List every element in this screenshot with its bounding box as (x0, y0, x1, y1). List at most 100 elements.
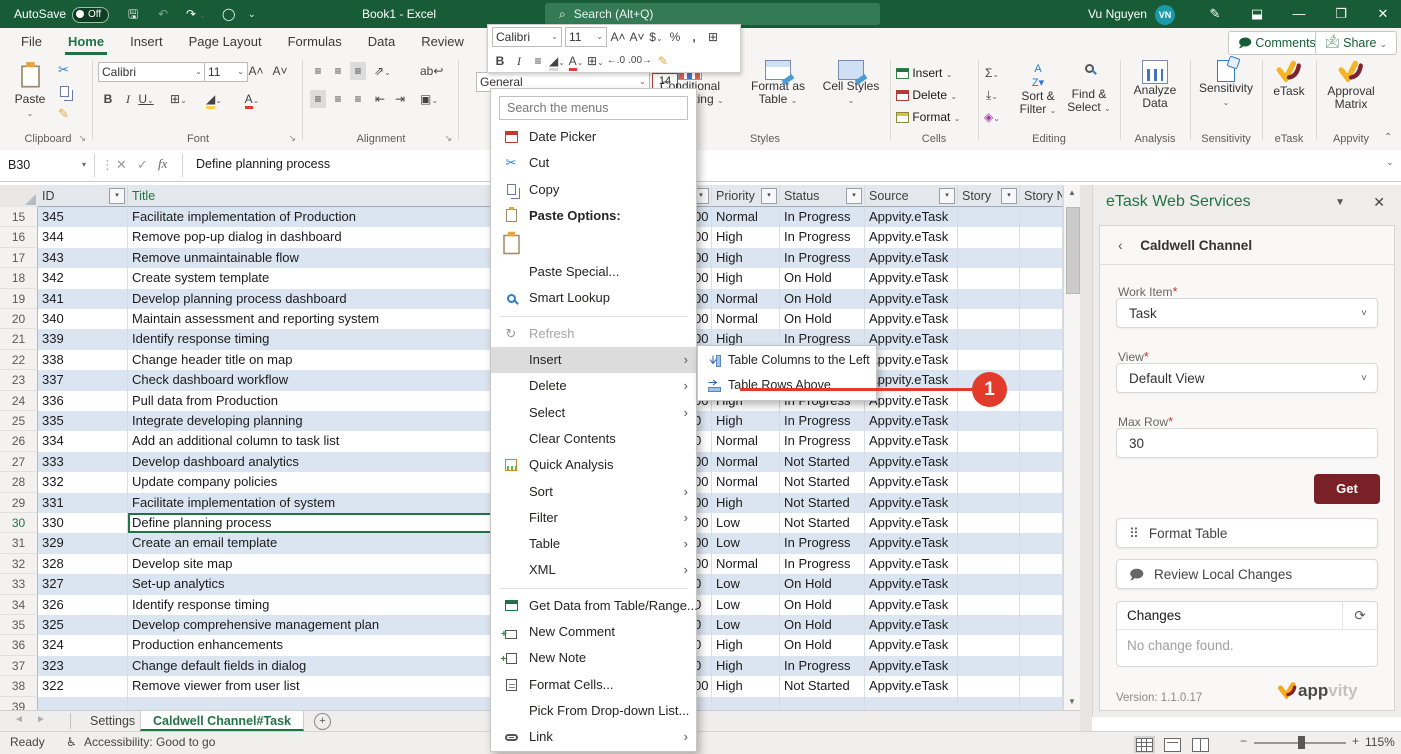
cell-story[interactable] (958, 554, 1020, 574)
alignment-launcher-icon[interactable]: ↘ (444, 133, 452, 144)
view-select[interactable]: Default View˅ (1116, 363, 1378, 393)
redo-icon[interactable]: ↷ ⌄ (186, 0, 206, 28)
mini-comma-icon[interactable]: , (686, 28, 702, 46)
user-name[interactable]: Vu Nguyen (1088, 0, 1147, 28)
row-header[interactable]: 36 (0, 635, 38, 655)
menu-item-new-note[interactable]: New Note (491, 645, 696, 671)
cell-id[interactable]: 343 (38, 248, 128, 268)
cell-storyn[interactable] (1020, 554, 1063, 574)
menu-item-clear-contents[interactable]: Clear Contents (491, 426, 696, 452)
align-right-icon[interactable]: ≡ (350, 90, 366, 108)
row-header[interactable]: 31 (0, 533, 38, 553)
row-header[interactable]: 23 (0, 370, 38, 390)
menu-item-refresh[interactable]: ↻Refresh (491, 321, 696, 347)
cell-story[interactable] (958, 411, 1020, 431)
menu-item-format-cells[interactable]: Format Cells... (491, 672, 696, 698)
cell-status[interactable]: In Progress (780, 411, 865, 431)
cell-story[interactable] (958, 268, 1020, 288)
autosave-toggle[interactable]: Off (72, 0, 109, 28)
column-header-story-n[interactable]: Story N (1020, 185, 1063, 207)
cell-storyn[interactable] (1020, 452, 1063, 472)
row-header[interactable]: 29 (0, 493, 38, 513)
row-header[interactable]: 16 (0, 227, 38, 247)
cell-priority[interactable]: High (712, 227, 780, 247)
cell-story[interactable] (958, 697, 1020, 710)
font-name-select[interactable]: Calibri⌄ (98, 62, 206, 82)
cell-priority[interactable]: High (712, 656, 780, 676)
cell-storyn[interactable] (1020, 289, 1063, 309)
cell-priority[interactable]: High (712, 493, 780, 513)
sensitivity-button[interactable]: Sensitivity⌄ (1194, 60, 1258, 109)
cell-source[interactable]: Appvity.eTask (865, 452, 958, 472)
cell-story[interactable] (958, 595, 1020, 615)
pane-close-icon[interactable]: ✕ (1373, 194, 1385, 211)
cell-id[interactable]: 344 (38, 227, 128, 247)
filter-icon[interactable]: ▾ (939, 188, 955, 204)
cell-story[interactable] (958, 227, 1020, 247)
cell-story[interactable] (958, 574, 1020, 594)
mini-grow-font-icon[interactable]: A˄ (610, 28, 626, 46)
menu-item-pick-from-drop-down-list[interactable]: Pick From Drop-down List... (491, 698, 696, 724)
borders-icon[interactable]: ⊞⌄ (170, 90, 187, 108)
mini-bold-icon[interactable]: B (492, 52, 508, 70)
share-button[interactable]: 🖄︎ Share ⌄ (1315, 31, 1397, 55)
zoom-handle[interactable] (1298, 736, 1305, 749)
menu-item-link[interactable]: Link› (491, 724, 696, 750)
cell-storyn[interactable] (1020, 431, 1063, 451)
save-icon[interactable]: 🖫︎ (128, 0, 138, 28)
cell-status[interactable]: In Progress (780, 656, 865, 676)
italic-icon[interactable]: I (120, 90, 136, 108)
menu-item-copy[interactable]: Copy (491, 177, 696, 203)
fx-icon[interactable]: fx (158, 156, 167, 172)
cell-source[interactable]: Appvity.eTask (865, 574, 958, 594)
cell-status[interactable] (780, 697, 865, 710)
cell-status[interactable]: Not Started (780, 513, 865, 533)
cell-storyn[interactable] (1020, 391, 1063, 411)
mini-accounting-icon[interactable]: $⌄ (648, 28, 664, 46)
mini-borders-icon[interactable]: ⊞⌄ (587, 52, 604, 70)
comments-button[interactable]: 🗩︎ Comments (1228, 31, 1326, 55)
view-page-layout-icon[interactable] (1164, 737, 1181, 752)
cell-priority[interactable]: Low (712, 533, 780, 553)
cell-status[interactable]: On Hold (780, 595, 865, 615)
font-color-icon[interactable]: A⌄ (244, 90, 260, 108)
format-cells-button[interactable]: Format ⌄ (896, 110, 960, 124)
cell-storyn[interactable] (1020, 370, 1063, 390)
cell-story[interactable] (958, 309, 1020, 329)
max-row-input[interactable]: 30 (1116, 428, 1378, 458)
column-header-id[interactable]: ID▾ (38, 185, 128, 207)
cell-id[interactable]: 329 (38, 533, 128, 553)
cell-story[interactable] (958, 248, 1020, 268)
row-header[interactable]: 32 (0, 554, 38, 574)
cell-priority[interactable]: Normal (712, 289, 780, 309)
avatar[interactable]: VN (1155, 0, 1175, 28)
menu-item-paste-options[interactable]: Paste Options: (491, 203, 696, 229)
row-header[interactable]: 24 (0, 391, 38, 411)
view-page-break-icon[interactable] (1192, 737, 1209, 752)
cell-source[interactable]: Appvity.eTask (865, 289, 958, 309)
row-header[interactable]: 18 (0, 268, 38, 288)
sheet-nav-right-icon[interactable]: ► (36, 714, 46, 725)
cell-source[interactable]: Appvity.eTask (865, 513, 958, 533)
cell-storyn[interactable] (1020, 411, 1063, 431)
cell-priority[interactable] (712, 697, 780, 710)
cell-status[interactable]: In Progress (780, 533, 865, 553)
cell-status[interactable]: On Hold (780, 268, 865, 288)
cell-storyn[interactable] (1020, 615, 1063, 635)
menu-item-filter[interactable]: Filter› (491, 505, 696, 531)
ribbon-tab-formulas[interactable]: Formulas (275, 28, 355, 55)
back-icon[interactable]: ‹ (1118, 237, 1123, 253)
work-item-select[interactable]: Task˅ (1116, 298, 1378, 328)
cell-story[interactable] (958, 533, 1020, 553)
formula-input[interactable]: Define planning process (196, 157, 330, 171)
fill-color-icon[interactable]: ◢⌄ (206, 90, 222, 108)
submenu-item-table-rows-above[interactable]: Table Rows Above (698, 373, 876, 398)
close-button[interactable]: ✕ (1368, 0, 1398, 28)
cell-source[interactable]: Appvity.eTask (865, 350, 958, 370)
font-launcher-icon[interactable]: ↘ (288, 133, 296, 144)
find-select-button[interactable]: Find & Select ⌄ (1066, 62, 1112, 115)
cell-id[interactable]: 324 (38, 635, 128, 655)
cell-id[interactable]: 337 (38, 370, 128, 390)
view-normal-icon[interactable] (1134, 736, 1155, 753)
cell-source[interactable]: Appvity.eTask (865, 635, 958, 655)
